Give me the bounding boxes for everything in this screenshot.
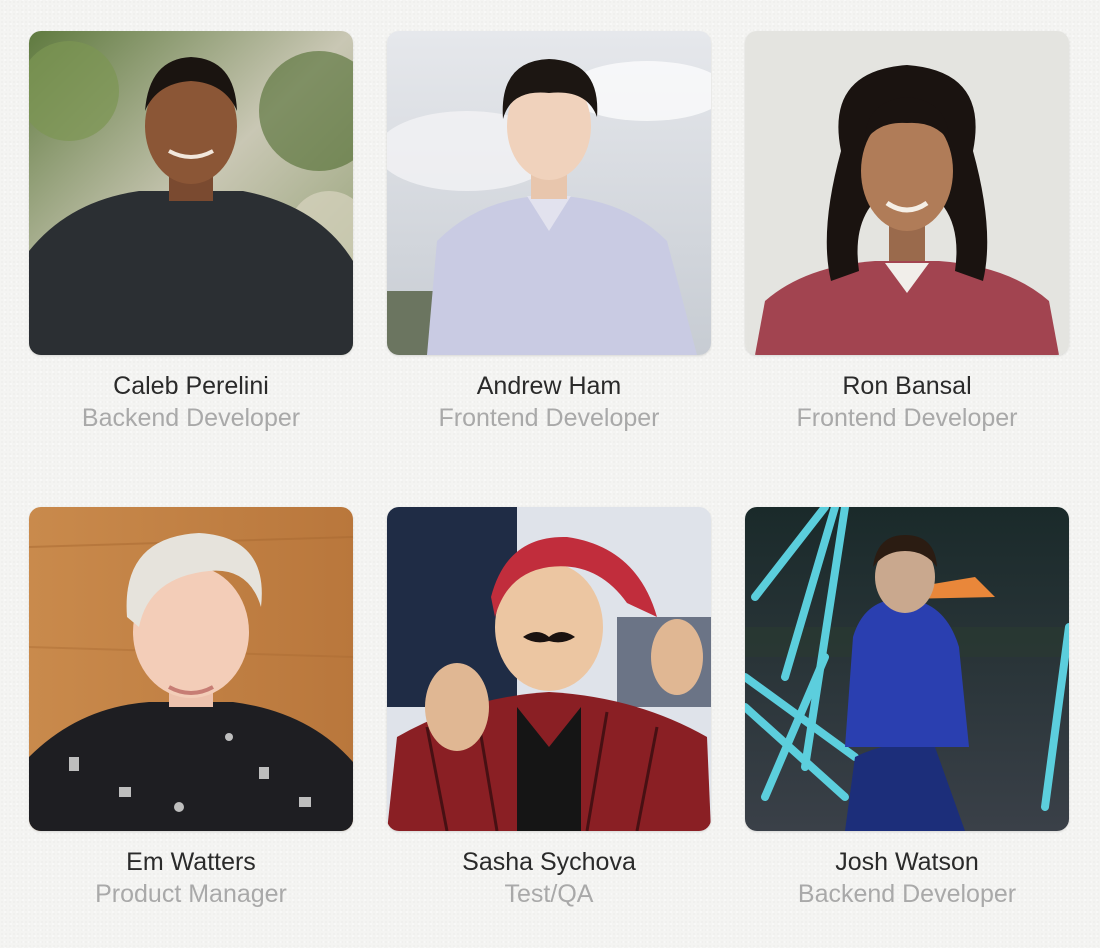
member-photo [387,507,711,831]
member-role: Backend Developer [797,880,1017,908]
member-role: Backend Developer [81,404,301,432]
member-role: Frontend Developer [438,404,660,432]
team-member-card: Josh Watson Backend Developer [745,507,1069,909]
member-name: Ron Bansal [842,372,972,400]
member-photo [29,31,353,355]
team-member-card: Sasha Sychova Test/QA [387,507,711,909]
member-name: Em Watters [126,848,256,876]
member-photo [29,507,353,831]
member-name: Sasha Sychova [462,848,636,876]
member-role: Test/QA [504,880,594,908]
member-photo [387,31,711,355]
team-member-card: Ron Bansal Frontend Developer [745,31,1069,433]
member-name: Andrew Ham [476,372,622,400]
team-member-card: Andrew Ham Frontend Developer [387,31,711,433]
team-member-card: Caleb Perelini Backend Developer [29,31,353,433]
member-photo [745,507,1069,831]
member-name: Josh Watson [835,848,979,876]
member-name: Caleb Perelini [113,372,269,400]
member-role: Frontend Developer [796,404,1018,432]
team-grid: Caleb Perelini Backend Developer Andrew … [29,31,1069,909]
team-member-card: Em Watters Product Manager [29,507,353,909]
member-photo [745,31,1069,355]
member-role: Product Manager [95,880,287,908]
